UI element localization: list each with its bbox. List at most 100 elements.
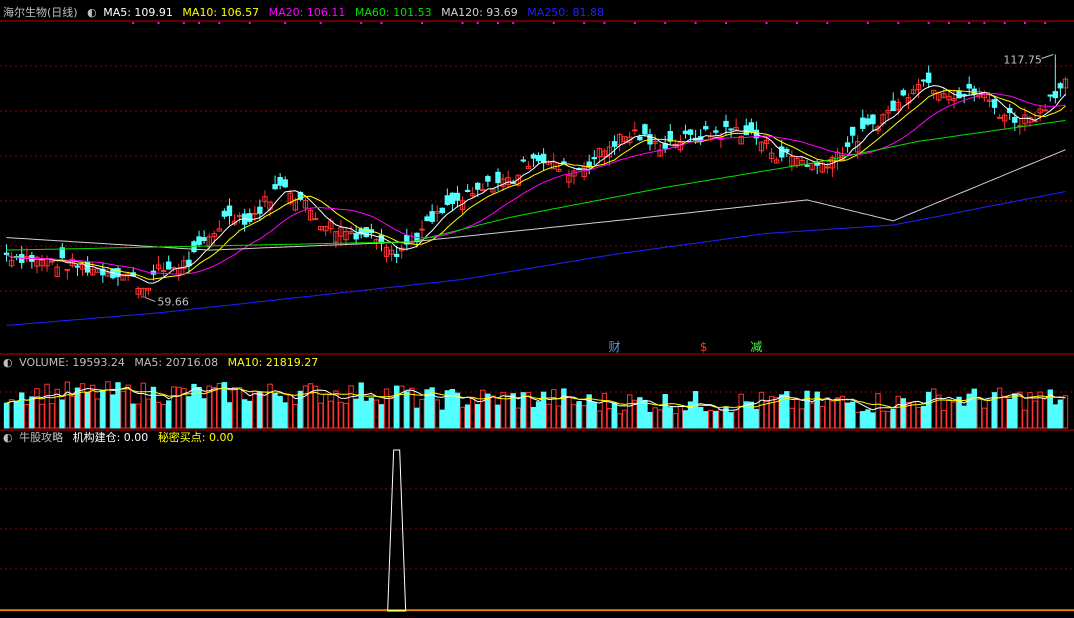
volume-bar: [748, 401, 755, 429]
volume-bar: [703, 411, 709, 429]
candle-body: [475, 182, 481, 190]
volume-bar: [454, 392, 461, 429]
candle-body: [74, 265, 81, 268]
signal-dot: [461, 22, 464, 24]
volume-bar: [287, 394, 293, 429]
volume-bar: [323, 393, 329, 429]
candle-body: [165, 261, 172, 270]
signal-dot: [248, 22, 251, 24]
volume-bar: [708, 409, 714, 429]
signal-dot: [983, 22, 986, 24]
candle-body: [439, 207, 445, 214]
volume-bar: [596, 410, 603, 429]
collapse-icon[interactable]: ◐: [87, 6, 97, 19]
volume-bar: [829, 400, 836, 429]
candle-body: [849, 126, 856, 136]
signal-dot: [826, 22, 829, 24]
collapse-icon[interactable]: ◐: [3, 431, 13, 444]
candle-body: [956, 90, 962, 99]
volume-bar: [581, 405, 587, 429]
candle-body: [703, 126, 709, 130]
candle-body: [966, 83, 972, 89]
volume-bar: [925, 391, 932, 429]
volume-bar: [211, 387, 217, 429]
signal-dot: [552, 22, 555, 24]
volume-bar: [257, 391, 263, 429]
signal-dot: [927, 22, 930, 24]
signal-dot: [360, 22, 363, 24]
volume-bar: [201, 398, 207, 429]
volume-bar: [469, 398, 476, 429]
volume-bar: [900, 398, 907, 429]
vol-ma5-legend: MA5: 20716.08: [134, 356, 219, 369]
volume-bar: [1001, 395, 1008, 429]
volume-bar: [196, 386, 202, 429]
volume-bar: [895, 395, 901, 429]
volume-bar: [84, 391, 91, 429]
candle-body: [870, 114, 876, 125]
candle-body: [804, 164, 810, 167]
volume-bar: [297, 390, 304, 429]
signal-dot: [1023, 22, 1026, 24]
volume-bar: [1042, 397, 1048, 429]
volume-bar: [814, 391, 820, 429]
volume-bar: [981, 407, 988, 429]
volume-bar: [368, 397, 375, 429]
volume-bar: [794, 398, 800, 429]
volume-bar: [216, 382, 223, 429]
volume-bar: [241, 399, 248, 429]
volume-bar: [44, 383, 50, 429]
candle-body: [201, 237, 207, 242]
volume-bar: [606, 408, 613, 429]
volume-bar: [459, 406, 466, 429]
candle-body: [1057, 83, 1064, 89]
volume-bar: [915, 407, 922, 429]
candle-body: [779, 146, 785, 158]
signal-dot: [421, 22, 423, 24]
ma120-line: [6, 149, 1066, 251]
candle-body: [637, 136, 643, 141]
signal-dot: [765, 22, 768, 24]
volume-bar: [505, 394, 511, 429]
volume-bar: [931, 388, 937, 429]
volume-bar: [145, 398, 152, 429]
low-pointer: [145, 297, 156, 303]
candle-body: [449, 192, 456, 205]
kline-chart: 59.66 117.75 财 $ 减 海尔生物(日线) ◐ MA5: 109.91 MA…: [0, 0, 1074, 618]
volume-bar: [880, 410, 886, 429]
candle-body: [454, 192, 461, 201]
volume-bar: [819, 405, 825, 429]
candle-body: [713, 130, 719, 133]
volume-bar: [535, 401, 542, 429]
candle-body: [257, 206, 263, 214]
signal-dot: [583, 22, 586, 24]
volume-bar: [176, 386, 182, 429]
high-pointer: [1041, 54, 1054, 59]
volume-bar: [1022, 409, 1028, 429]
volume-header: ◐ VOLUME: 19593.24 MA5: 20716.08 MA10: 2…: [3, 356, 324, 370]
volume-bar: [662, 393, 668, 429]
candle-body: [900, 90, 907, 96]
volume-bar: [647, 411, 653, 429]
signal-dot: [284, 22, 287, 24]
signal-dot: [198, 22, 201, 24]
collapse-icon[interactable]: ◐: [3, 356, 13, 369]
volume-bar: [49, 403, 55, 429]
volume-bar: [510, 393, 516, 429]
volume-bar: [343, 402, 349, 429]
signal-dot: [664, 22, 667, 24]
volume-bar: [667, 407, 673, 429]
volume-bar: [961, 405, 967, 429]
volume-bar: [231, 387, 238, 429]
volume-bar: [262, 391, 268, 429]
volume-bar: [191, 383, 197, 429]
volume-bar: [328, 400, 334, 429]
candle-body: [485, 176, 491, 182]
signal-dot: [633, 22, 636, 24]
candle-body: [160, 269, 167, 272]
volume-bar: [480, 389, 486, 429]
volume-bar: [515, 407, 521, 429]
candle-body: [353, 233, 359, 240]
candle-body: [312, 218, 319, 221]
candle-body: [748, 122, 755, 133]
